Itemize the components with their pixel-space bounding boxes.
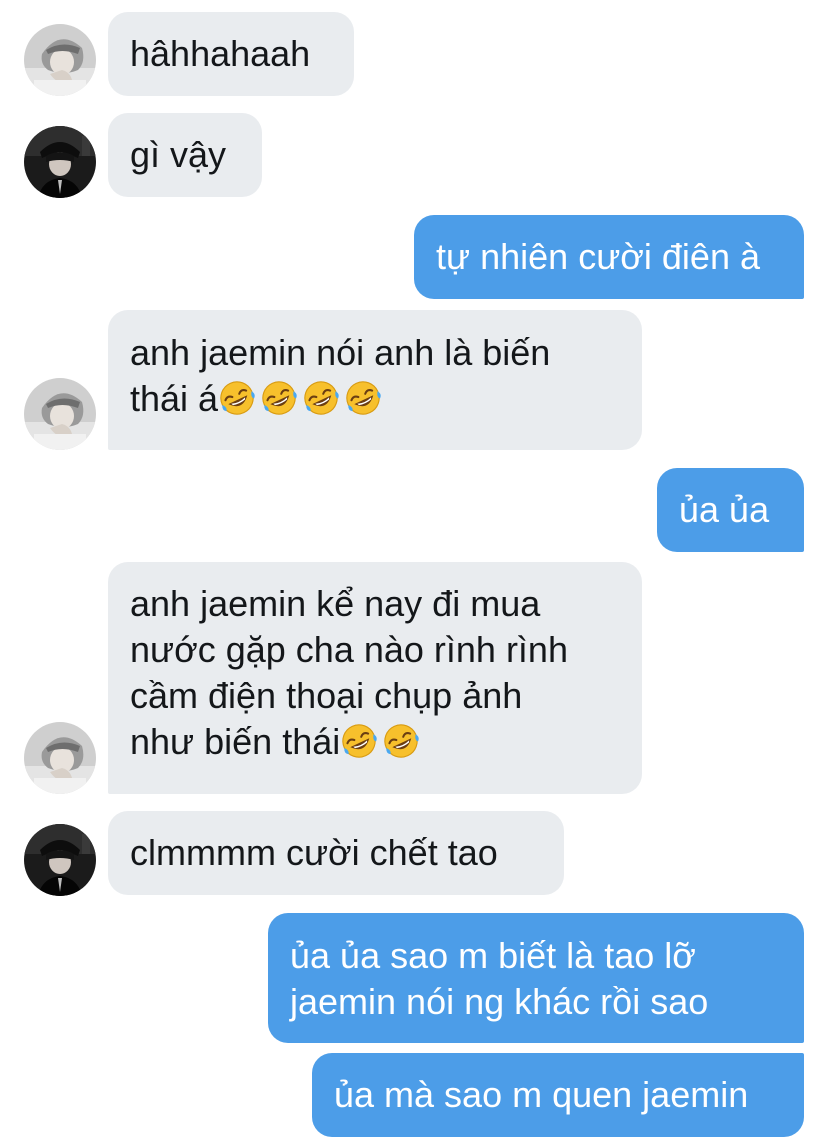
avatar[interactable] — [24, 24, 96, 96]
avatar[interactable] — [24, 126, 96, 198]
avatar[interactable] — [24, 722, 96, 794]
outgoing-message-bubble[interactable]: ủa mà sao m quen jaemin — [312, 1053, 804, 1137]
message-text: cầm điện thoại chụp ảnh — [130, 675, 523, 716]
message-text: anh jaemin nói anh là biến — [130, 332, 551, 373]
message-text: ủa ủa sao m biết là tao lỡ — [290, 935, 696, 976]
message-text: hâhhahaah — [130, 33, 311, 74]
message-text: thái á — [130, 378, 219, 419]
message-text: anh jaemin kể nay đi mua — [130, 583, 541, 624]
message-text: ủa mà sao m quen jaemin — [334, 1074, 749, 1115]
rolling-on-floor-laughing-icon — [260, 379, 298, 417]
avatar-dark-photo — [24, 824, 96, 896]
message-text: nước gặp cha nào rình rình — [130, 629, 568, 670]
rolling-on-floor-laughing-icon — [302, 379, 340, 417]
message-text: ủa ủa — [679, 489, 770, 530]
message-text: như biến thái — [130, 721, 341, 762]
message-text: gì vậy — [130, 134, 227, 175]
rolling-on-floor-laughing-icon — [382, 722, 420, 760]
incoming-message-bubble[interactable]: anh jaemin kể nay đi mua nước gặp cha nà… — [108, 562, 642, 794]
message-text: tự nhiên cười điên à — [436, 236, 760, 277]
avatar-grey-photo — [24, 722, 96, 794]
rolling-on-floor-laughing-icon — [340, 722, 378, 760]
incoming-message-bubble[interactable]: hâhhahaah — [108, 12, 354, 96]
incoming-message-bubble[interactable]: gì vậy — [108, 113, 262, 197]
message-text: clmmmm cười chết tao — [130, 832, 498, 873]
message-thread: hâhhahaah gì vậy tự nhiên cười điên à an… — [0, 0, 828, 1145]
avatar-dark-photo — [24, 126, 96, 198]
message-text: jaemin nói ng khác rồi sao — [290, 981, 709, 1022]
rolling-on-floor-laughing-icon — [218, 379, 256, 417]
incoming-message-bubble[interactable]: anh jaemin nói anh là biến thái á — [108, 310, 642, 450]
outgoing-message-bubble[interactable]: tự nhiên cười điên à — [414, 215, 804, 299]
incoming-message-bubble[interactable]: clmmmm cười chết tao — [108, 811, 564, 895]
avatar-grey-photo — [24, 378, 96, 450]
avatar[interactable] — [24, 378, 96, 450]
outgoing-message-bubble[interactable]: ủa ủa — [657, 468, 804, 552]
rolling-on-floor-laughing-icon — [344, 379, 382, 417]
avatar-grey-photo — [24, 24, 96, 96]
avatar[interactable] — [24, 824, 96, 896]
outgoing-message-bubble[interactable]: ủa ủa sao m biết là tao lỡ jaemin nói ng… — [268, 913, 804, 1043]
